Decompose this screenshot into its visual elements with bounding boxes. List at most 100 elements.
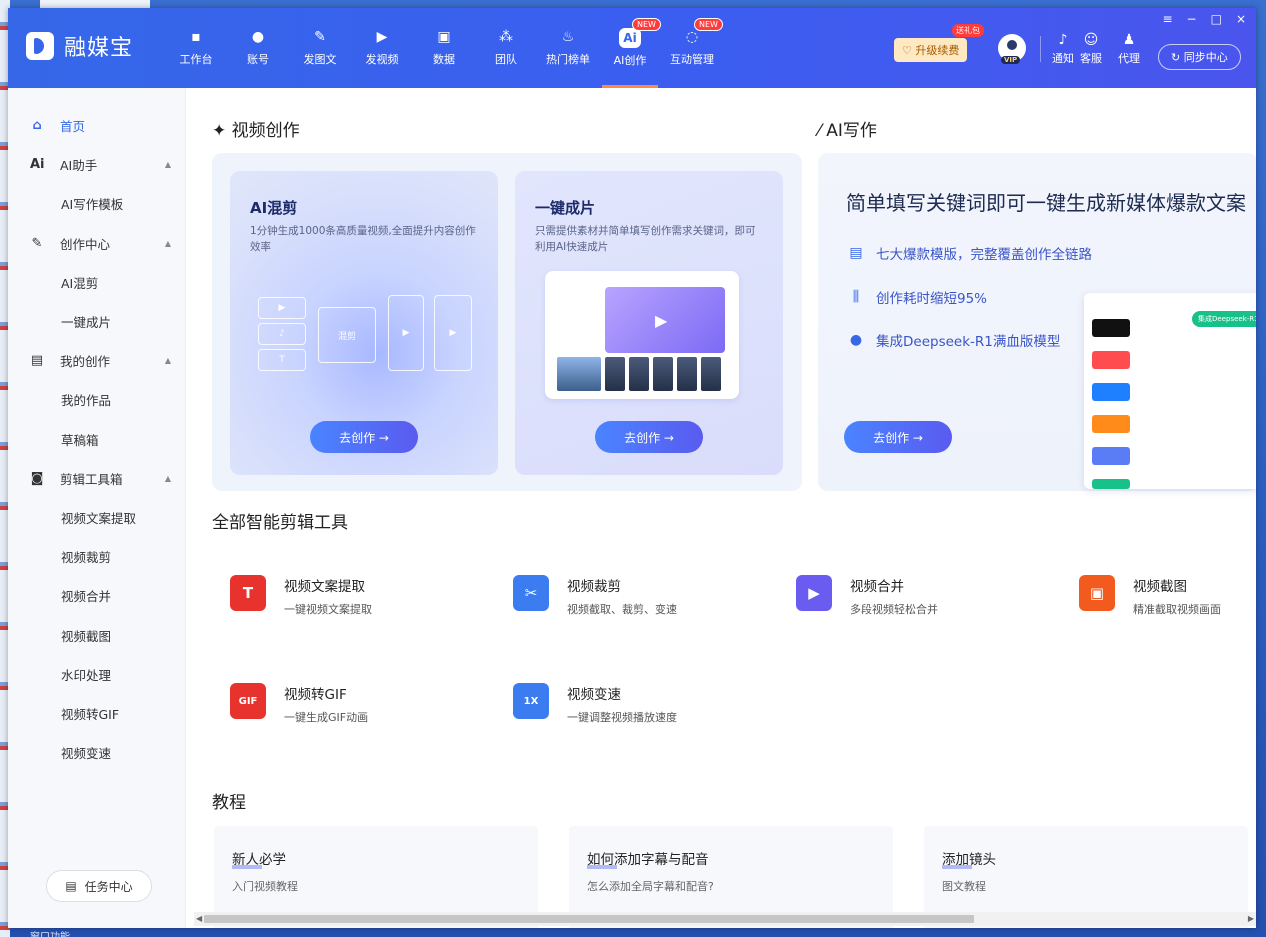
feature-text: 集成Deepseek-R1满血版模型 bbox=[876, 334, 1061, 350]
sidebar-item-5[interactable]: 一键成片 bbox=[8, 302, 185, 341]
tool-desc: 一键视频文案提取 bbox=[284, 603, 372, 616]
nav-item-2[interactable]: ✎ 发图文 bbox=[292, 8, 348, 88]
video-creation-title-text: 视频创作 bbox=[231, 121, 300, 141]
sidebar-item-label: 视频合并 bbox=[61, 589, 112, 605]
bulb-icon: ● bbox=[849, 332, 863, 348]
nav-item-4[interactable]: ▣ 数据 bbox=[416, 8, 472, 88]
sidebar-item-0[interactable]: ⌂ 首页 bbox=[8, 106, 185, 145]
sidebar-item-16[interactable]: 视频变速 bbox=[8, 733, 185, 772]
play-icon: ▶ bbox=[655, 311, 668, 330]
nav-item-0[interactable]: ▪ 工作台 bbox=[168, 8, 224, 88]
nav-label: 互动管理 bbox=[670, 53, 714, 66]
sidebar-item-label: 我的作品 bbox=[61, 393, 112, 409]
sidebar-item-1[interactable]: Ai AI助手 ▲ bbox=[8, 145, 185, 184]
tutorials-title: 教程 bbox=[212, 793, 246, 813]
tool-desc: 视频截取、裁剪、变速 bbox=[567, 603, 677, 616]
deepseek-badge: 集成Deepseek-R1 bbox=[1192, 311, 1256, 327]
user-icon: ● bbox=[251, 29, 265, 45]
sidebar: ⌂ 首页 Ai AI助手 ▲ AI写作模板 ✎ 创作中心 ▲ AI混剪一键成片 ▤ 我的创作 ▲ 我的作品… bbox=[8, 88, 186, 928]
scroll-thumb[interactable] bbox=[204, 915, 974, 923]
tutorial-name: 新人必学 bbox=[232, 848, 286, 869]
sidebar-item-label: 视频变速 bbox=[61, 746, 112, 762]
nav-item-1[interactable]: ● 账号 bbox=[230, 8, 286, 88]
sidebar-item-13[interactable]: 视频截图 bbox=[8, 615, 185, 654]
tool-item[interactable]: ▣ 视频截图 精准截取视频画面 bbox=[1079, 575, 1221, 617]
nav-item-5[interactable]: ⁂ 团队 bbox=[478, 8, 534, 88]
tool-name: 视频截图 bbox=[1133, 579, 1187, 595]
sidebar-item-9[interactable]: ◙ 剪辑工具箱 ▲ bbox=[8, 459, 185, 498]
sidebar-item-label: 视频转GIF bbox=[61, 706, 120, 722]
go-create-button[interactable]: 去创作 → bbox=[844, 421, 952, 453]
sidebar-item-14[interactable]: 水印处理 bbox=[8, 655, 185, 694]
thumbnail bbox=[701, 357, 721, 391]
upgrade-button[interactable]: ♡ 升级续费 bbox=[894, 38, 968, 62]
app-logo[interactable]: 融媒宝 bbox=[26, 30, 133, 62]
sidebar-item-4[interactable]: AI混剪 bbox=[8, 263, 185, 302]
maximize-icon[interactable]: □ bbox=[1211, 12, 1222, 26]
sidebar-item-label: AI混剪 bbox=[61, 275, 99, 291]
nav-item-6[interactable]: ♨ 热门榜单 bbox=[540, 8, 596, 88]
ai-writing-title-text: AI写作 bbox=[826, 121, 877, 141]
close-icon[interactable]: × bbox=[1236, 12, 1246, 26]
scroll-left-icon[interactable]: ◀ bbox=[196, 914, 202, 923]
notify-button[interactable]: ♪ 通知 bbox=[1052, 32, 1074, 66]
nav-item-3[interactable]: ▶ 发视频 bbox=[354, 8, 410, 88]
sidebar-item-10[interactable]: 视频文案提取 bbox=[8, 498, 185, 537]
main-content: ✦ 视频创作 ⁄ AI写作 AI混剪 1分钟生成1000条高质量视频,全面提升内… bbox=[186, 88, 1256, 928]
sidebar-item-6[interactable]: ▤ 我的创作 ▲ bbox=[8, 341, 185, 380]
agent-button[interactable]: ♟ 代理 bbox=[1118, 32, 1140, 66]
go-create-button[interactable]: 去创作 → bbox=[310, 421, 418, 453]
tool-text: 视频截图 精准截取视频画面 bbox=[1133, 575, 1221, 617]
task-center-button[interactable]: ▤ 任务中心 bbox=[46, 870, 152, 902]
horizontal-scrollbar[interactable]: ◀ ▶ bbox=[194, 912, 1256, 926]
tool-item[interactable]: ✂ 视频裁剪 视频截取、裁剪、变速 bbox=[513, 575, 677, 617]
sidebar-item-11[interactable]: 视频裁剪 bbox=[8, 537, 185, 576]
team-icon: ⁂ bbox=[499, 29, 513, 45]
ai-mix-card[interactable]: AI混剪 1分钟生成1000条高质量视频,全面提升内容创作效率 ▶ ♪ T 混剪… bbox=[230, 171, 498, 475]
thumbnail bbox=[557, 357, 601, 391]
ai-writing-panel: 简单填写关键词即可一键生成新媒体爆款文案 ▤ 七大爆款模版，完整覆盖创作全链路 ⫼… bbox=[818, 153, 1256, 491]
app-window: 融媒宝 ▪ 工作台 ● 账号 ✎ 发图文 ▶ 发视频 ▣ 数据 ⁂ 团队 ♨ 热门榜单 Ai AI创作 NEW ◌… bbox=[8, 8, 1256, 928]
sidebar-item-label: AI助手 bbox=[60, 158, 98, 174]
minimize-icon[interactable]: − bbox=[1187, 12, 1197, 26]
one-click-card[interactable]: 一键成片 只需提供素材并简单填写创作需求关键词，即可利用AI快速成片 ▶ 去创作… bbox=[515, 171, 783, 475]
card-title: AI混剪 bbox=[250, 199, 298, 217]
tool-item[interactable]: 1X 视频变速 一键调整视频播放速度 bbox=[513, 683, 677, 725]
chevron-up-icon[interactable]: ▲ bbox=[165, 160, 171, 169]
nav-item-7[interactable]: Ai AI创作 NEW bbox=[602, 8, 661, 88]
scroll-right-icon[interactable]: ▶ bbox=[1248, 914, 1254, 923]
sidebar-item-15[interactable]: 视频转GIF bbox=[8, 694, 185, 733]
sparkle-icon: ✦ bbox=[212, 121, 227, 141]
play-icon: ▶ bbox=[376, 29, 388, 45]
sidebar-item-8[interactable]: 草稿箱 bbox=[8, 420, 185, 459]
sync-center-button[interactable]: ↻ 同步中心 bbox=[1158, 44, 1241, 70]
thumbnail bbox=[605, 357, 625, 391]
tool-item[interactable]: ▶ 视频合并 多段视频轻松合并 bbox=[796, 575, 938, 617]
taskbar-label: 窗口功能 bbox=[30, 928, 70, 937]
menu-icon[interactable]: ≡ bbox=[1162, 12, 1172, 26]
chevron-up-icon[interactable]: ▲ bbox=[165, 356, 171, 365]
sidebar-item-7[interactable]: 我的作品 bbox=[8, 380, 185, 419]
nav-item-8[interactable]: ◌ 互动管理 NEW bbox=[664, 8, 723, 88]
chevron-up-icon[interactable]: ▲ bbox=[165, 239, 171, 248]
ai-feature: ▤ 七大爆款模版，完整覆盖创作全链路 bbox=[848, 243, 1092, 263]
tool-name: 视频裁剪 bbox=[567, 579, 621, 595]
ai-icon: Ai bbox=[619, 28, 641, 48]
sidebar-item-label: 视频裁剪 bbox=[61, 550, 112, 566]
tool-item[interactable]: T 视频文案提取 一键视频文案提取 bbox=[230, 575, 372, 617]
go-create-button[interactable]: 去创作 → bbox=[595, 421, 703, 453]
agent-label: 代理 bbox=[1118, 52, 1140, 65]
chart-icon: ▣ bbox=[437, 29, 451, 45]
template-icon: ▤ bbox=[849, 245, 863, 261]
service-button[interactable]: ☺ 客服 bbox=[1080, 32, 1102, 66]
tool-item[interactable]: GIF 视频转GIF 一键生成GIF动画 bbox=[230, 683, 368, 725]
play-icon: ▶ bbox=[258, 297, 306, 319]
sidebar-item-12[interactable]: 视频合并 bbox=[8, 576, 185, 615]
card-desc: 1分钟生成1000条高质量视频,全面提升内容创作效率 bbox=[250, 225, 476, 253]
sidebar-item-2[interactable]: AI写作模板 bbox=[8, 184, 185, 223]
chat-icon: ◌ bbox=[685, 29, 699, 45]
sidebar-item-3[interactable]: ✎ 创作中心 ▲ bbox=[8, 224, 185, 263]
ai-writing-mockup: 集成Deepseek-R1 bbox=[1084, 293, 1256, 489]
chevron-up-icon[interactable]: ▲ bbox=[165, 474, 171, 483]
ai-assistant-icon: Ai bbox=[30, 157, 45, 173]
